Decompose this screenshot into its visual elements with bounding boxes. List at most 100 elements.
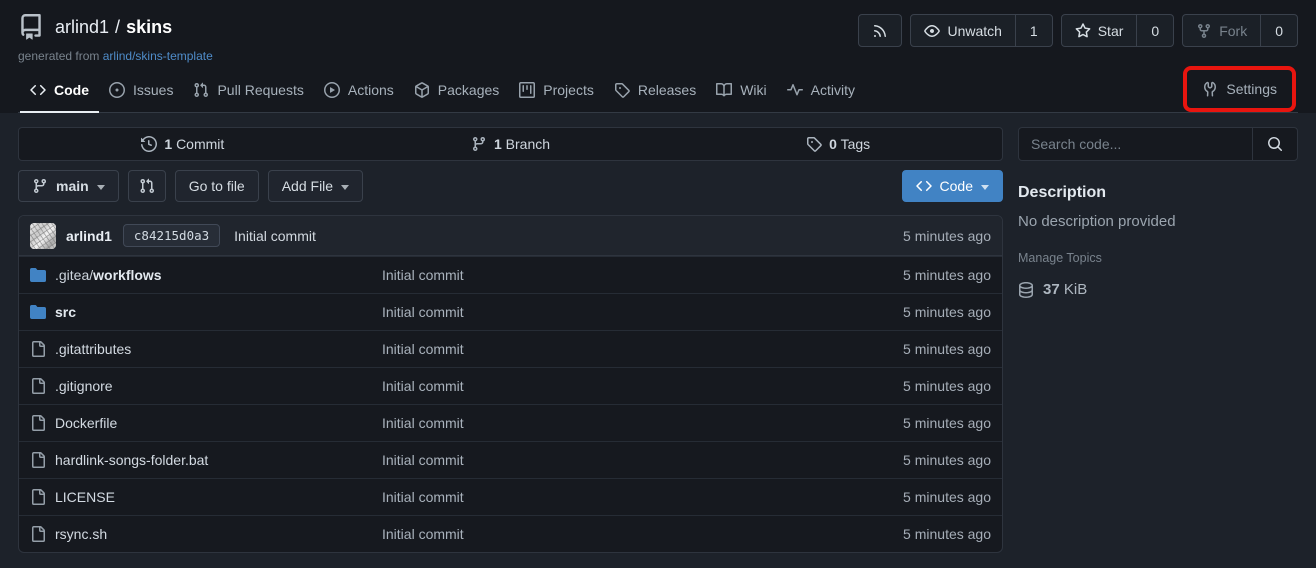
table-row: .gitignore Initial commit 5 minutes ago: [19, 367, 1002, 404]
watch-count[interactable]: 1: [1015, 15, 1052, 46]
chevron-down-icon: [341, 185, 349, 190]
eye-icon: [924, 23, 940, 39]
file-name-link[interactable]: .gitea/workflows: [30, 267, 382, 283]
unwatch-button[interactable]: Unwatch: [911, 15, 1014, 46]
template-repo-link[interactable]: arlind/skins-template: [103, 49, 213, 63]
commit-message-link[interactable]: Initial commit: [234, 228, 316, 244]
rss-button[interactable]: [859, 15, 901, 46]
search-icon: [1267, 136, 1283, 152]
latest-commit-row: arlind1 c84215d0a3 Initial commit 5 minu…: [19, 216, 1002, 256]
repo-name-link[interactable]: skins: [126, 17, 172, 37]
history-icon: [141, 136, 157, 152]
star-count[interactable]: 0: [1136, 15, 1173, 46]
file-name-link[interactable]: .gitignore: [30, 378, 382, 394]
file-name-link[interactable]: rsync.sh: [30, 526, 382, 542]
tab-label: Wiki: [740, 82, 766, 98]
tab-pull-requests[interactable]: Pull Requests: [183, 68, 313, 112]
fork-button[interactable]: Fork: [1183, 15, 1260, 46]
repo-header: arlind1/skins generated from arlind/skin…: [0, 0, 1316, 113]
goto-file-button[interactable]: Go to file: [175, 170, 259, 202]
table-row: src Initial commit 5 minutes ago: [19, 293, 1002, 330]
package-icon: [414, 82, 430, 98]
file-commit-time: 5 minutes ago: [841, 378, 991, 394]
description-text: No description provided: [1018, 213, 1298, 230]
tab-actions[interactable]: Actions: [314, 68, 404, 112]
code-search-box: [1018, 127, 1298, 161]
star-button[interactable]: Star: [1062, 15, 1137, 46]
repo-title-separator: /: [115, 17, 120, 37]
tab-label: Packages: [438, 82, 499, 98]
avatar[interactable]: [30, 223, 56, 249]
file-name-link[interactable]: src: [30, 304, 382, 320]
file-commit-message-link[interactable]: Initial commit: [382, 489, 841, 505]
table-row: hardlink-songs-folder.bat Initial commit…: [19, 441, 1002, 478]
table-row: .gitea/workflows Initial commit 5 minute…: [19, 256, 1002, 293]
branch-icon: [471, 136, 487, 152]
file-commit-message-link[interactable]: Initial commit: [382, 341, 841, 357]
tag-icon: [806, 136, 822, 152]
folder-icon: [30, 267, 46, 283]
file-icon: [30, 378, 46, 394]
stat-tags[interactable]: 0 Tags: [674, 136, 1002, 152]
tab-activity[interactable]: Activity: [777, 68, 865, 112]
file-commit-message-link[interactable]: Initial commit: [382, 304, 841, 320]
commit-author-link[interactable]: arlind1: [66, 228, 112, 244]
file-name-link[interactable]: LICENSE: [30, 489, 382, 505]
repo-nav-tabs: Code Issues Pull Requests Actions Packag…: [18, 67, 1298, 113]
code-download-button[interactable]: Code: [902, 170, 1003, 202]
file-icon: [30, 526, 46, 542]
git-compare-icon: [139, 178, 155, 194]
tab-releases[interactable]: Releases: [604, 68, 706, 112]
file-commit-time: 5 minutes ago: [841, 304, 991, 320]
file-commit-message-link[interactable]: Initial commit: [382, 526, 841, 542]
fork-count[interactable]: 0: [1260, 15, 1297, 46]
repo-sidebar: Description No description provided Mana…: [1018, 127, 1298, 553]
tab-label: Issues: [133, 82, 173, 98]
repo-title: arlind1 / skins: [55, 17, 172, 38]
manage-topics-link[interactable]: Manage Topics: [1018, 251, 1102, 265]
file-commit-message-link[interactable]: Initial commit: [382, 452, 841, 468]
repo-size: 37 KiB: [1018, 281, 1298, 298]
tab-issues[interactable]: Issues: [99, 68, 183, 112]
search-input[interactable]: [1019, 128, 1252, 160]
tab-code[interactable]: Code: [20, 68, 99, 113]
file-commit-message-link[interactable]: Initial commit: [382, 378, 841, 394]
pulse-icon: [787, 82, 803, 98]
file-icon: [30, 415, 46, 431]
fork-button-group: Fork 0: [1182, 14, 1298, 47]
tab-label: Actions: [348, 82, 394, 98]
tab-wiki[interactable]: Wiki: [706, 68, 776, 112]
tab-settings[interactable]: Settings: [1187, 70, 1292, 108]
star-icon: [1075, 23, 1091, 39]
file-name-link[interactable]: .gitattributes: [30, 341, 382, 357]
file-name-link[interactable]: Dockerfile: [30, 415, 382, 431]
file-name-link[interactable]: hardlink-songs-folder.bat: [30, 452, 382, 468]
file-commit-time: 5 minutes ago: [841, 489, 991, 505]
branch-name: main: [56, 178, 89, 194]
repo-toolbar: main Go to file Add File Code: [18, 170, 1003, 202]
tab-label: Code: [54, 82, 89, 98]
fork-label: Fork: [1219, 23, 1247, 39]
search-button[interactable]: [1252, 128, 1297, 160]
file-commit-message-link[interactable]: Initial commit: [382, 267, 841, 283]
tab-label: Pull Requests: [217, 82, 303, 98]
stat-branch[interactable]: 1 Branch: [347, 136, 675, 152]
play-icon: [324, 82, 340, 98]
tab-packages[interactable]: Packages: [404, 68, 509, 112]
compare-button[interactable]: [128, 170, 166, 202]
repo-size-value: 37: [1043, 281, 1060, 298]
add-file-button[interactable]: Add File: [268, 170, 363, 202]
book-icon: [716, 82, 732, 98]
chevron-down-icon: [981, 185, 989, 190]
file-commit-time: 5 minutes ago: [841, 341, 991, 357]
rss-button-group: [858, 14, 902, 47]
commit-sha-link[interactable]: c84215d0a3: [123, 224, 220, 247]
file-commit-message-link[interactable]: Initial commit: [382, 415, 841, 431]
stat-commit[interactable]: 1 Commit: [19, 136, 347, 152]
file-commit-time: 5 minutes ago: [841, 267, 991, 283]
chevron-down-icon: [97, 185, 105, 190]
tab-projects[interactable]: Projects: [509, 68, 604, 112]
repo-owner-link[interactable]: arlind1: [55, 17, 109, 37]
star-label: Star: [1098, 23, 1124, 39]
branch-selector-button[interactable]: main: [18, 170, 119, 202]
